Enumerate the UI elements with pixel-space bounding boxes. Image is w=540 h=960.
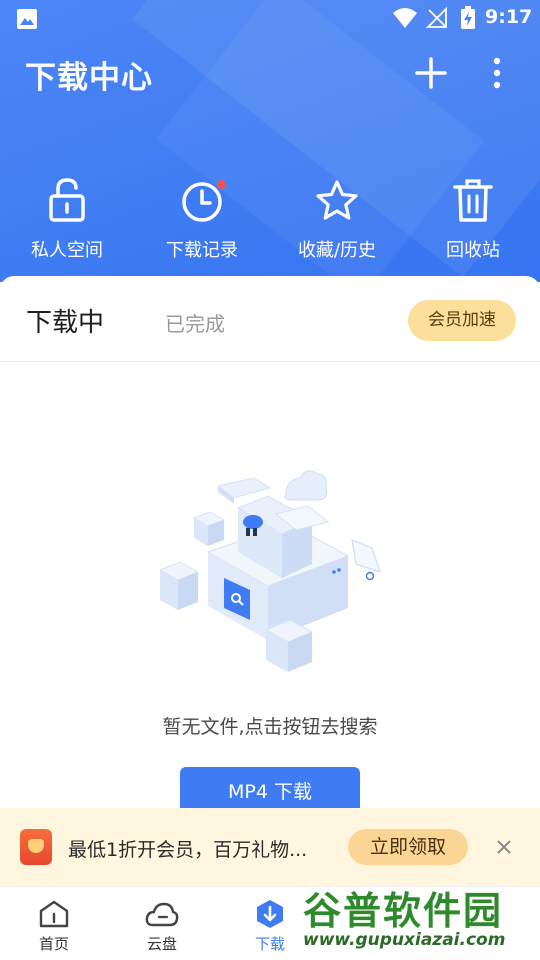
- lock-icon: [49, 178, 85, 222]
- clock-icon-wrap: [180, 176, 226, 224]
- quick-action-favorites-history[interactable]: 收藏/历史: [272, 176, 402, 270]
- nav-home[interactable]: 首页: [14, 899, 94, 954]
- quick-action-label: 下载记录: [166, 240, 238, 261]
- cloud-icon: [145, 902, 179, 927]
- quick-action-label: 收藏/历史: [297, 240, 377, 261]
- claim-now-button[interactable]: 立即领取: [348, 829, 468, 865]
- wifi-icon: [393, 8, 417, 28]
- quick-action-private-space[interactable]: 私人空间: [2, 176, 132, 270]
- status-time: 9:17: [485, 6, 533, 28]
- download-icon: [257, 900, 283, 928]
- promo-text: 最低1折开会员，百万礼物...: [68, 839, 308, 861]
- battery-charging-icon: [461, 6, 475, 29]
- star-icon: [316, 180, 358, 220]
- watermark-title: 谷普软件园: [303, 889, 504, 933]
- more-options-button[interactable]: [482, 54, 512, 92]
- empty-state-message: 暂无文件,点击按钮去搜索: [162, 716, 378, 738]
- gift-icon: [20, 829, 52, 865]
- quick-action-recycle-bin[interactable]: 回收站: [408, 176, 538, 270]
- nav-label: 云盘: [146, 935, 177, 953]
- watermark-url: www.gupuxiazai.com: [303, 930, 506, 950]
- image-notification-icon: [17, 9, 37, 29]
- no-signal-icon: [426, 7, 447, 28]
- close-icon[interactable]: [492, 835, 516, 859]
- home-icon: [39, 900, 69, 928]
- trash-icon: [453, 179, 493, 222]
- tab-completed[interactable]: 已完成: [165, 308, 225, 337]
- nav-label: 首页: [38, 935, 69, 953]
- add-button[interactable]: [412, 54, 450, 92]
- vip-speedup-button[interactable]: 会员加速: [408, 300, 516, 341]
- page-title: 下载中心: [25, 60, 153, 96]
- quick-action-label: 回收站: [446, 240, 500, 261]
- notification-badge: [217, 180, 226, 189]
- promo-banner[interactable]: 最低1折开会员，百万礼物... 立即领取: [0, 808, 540, 886]
- quick-action-download-history[interactable]: 下载记录: [137, 176, 267, 270]
- status-bar: 9:17: [0, 0, 540, 36]
- site-watermark: 谷普软件园 www.gupuxiazai.com: [297, 876, 540, 960]
- empty-box-illustration: [158, 470, 381, 672]
- nav-cloud-drive[interactable]: 云盘: [122, 899, 202, 954]
- quick-action-label: 私人空间: [31, 240, 103, 261]
- download-tabs-card: 下载中 已完成 会员加速: [0, 276, 540, 362]
- header: 9:17 下载中心 私人空间 下载记录 收藏/历史 回收站: [0, 0, 540, 282]
- tab-downloading[interactable]: 下载中: [26, 302, 104, 339]
